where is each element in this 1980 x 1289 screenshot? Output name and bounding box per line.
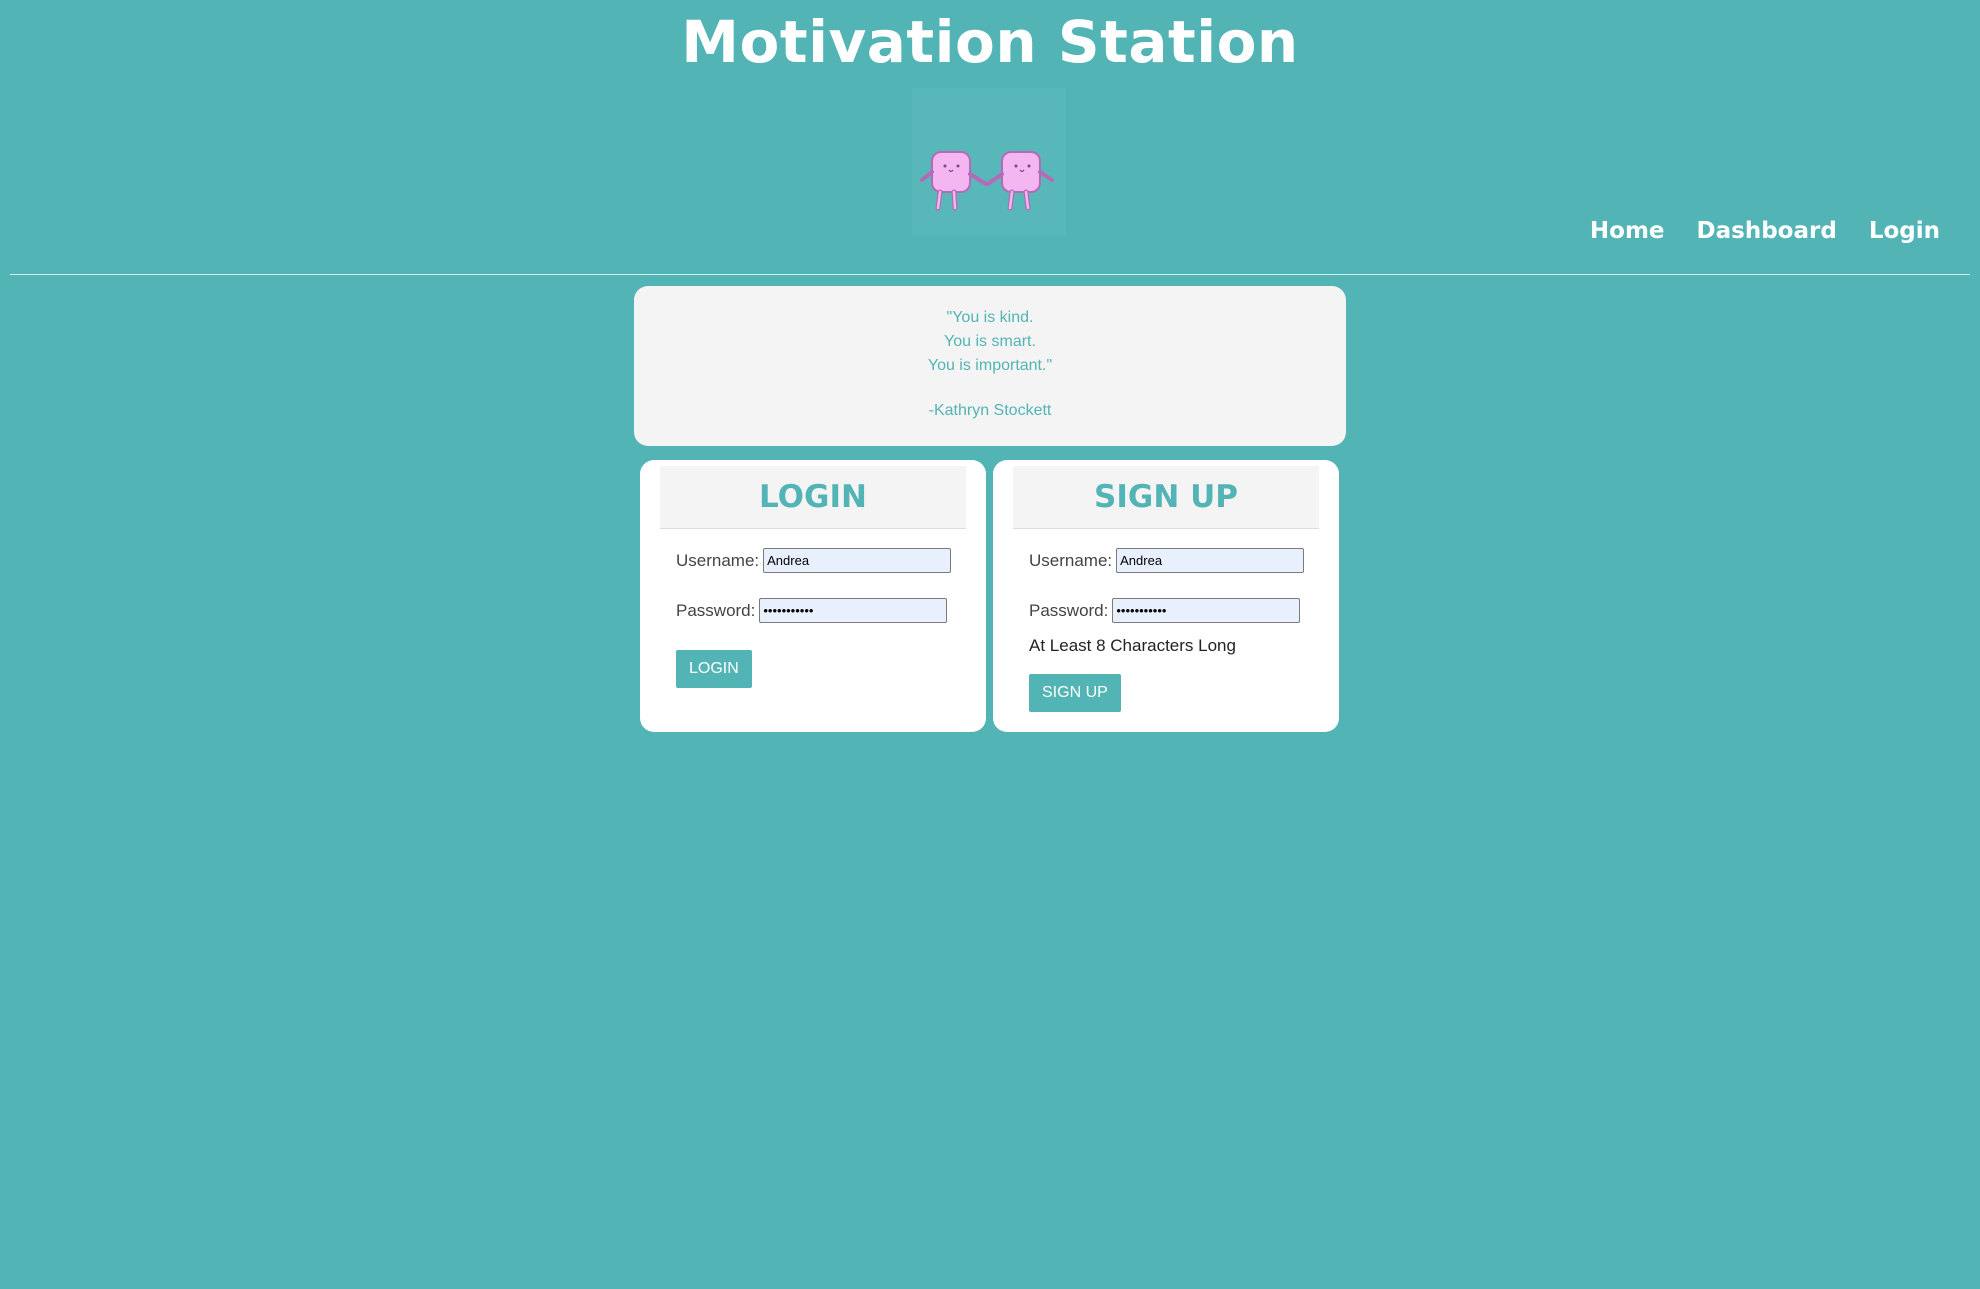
signup-username-row: Username: — [1029, 548, 1305, 573]
signup-password-label: Password: — [1029, 600, 1109, 620]
nav-login[interactable]: Login — [1869, 218, 1940, 244]
signup-username-label: Username: — [1029, 550, 1113, 570]
login-card-header: LOGIN — [660, 466, 966, 529]
main-nav: Home Dashboard Login — [1590, 218, 1940, 244]
login-heading: LOGIN — [759, 479, 867, 515]
login-username-row: Username: — [676, 548, 952, 573]
signup-heading: SIGN UP — [1094, 479, 1238, 515]
site-title: Motivation Station — [681, 8, 1299, 76]
nav-dashboard[interactable]: Dashboard — [1697, 218, 1837, 244]
login-username-label: Username: — [676, 550, 760, 570]
login-password-label: Password: — [676, 600, 756, 620]
login-password-input[interactable] — [759, 598, 948, 623]
mascot-illustration — [912, 88, 1066, 236]
signup-card-header: SIGN UP — [1013, 466, 1319, 529]
login-password-row: Password: — [676, 598, 948, 623]
signup-button[interactable]: SIGN UP — [1029, 674, 1121, 712]
signup-username-input[interactable] — [1116, 548, 1305, 573]
login-card: LOGIN Username: Password: LOGIN — [640, 460, 986, 732]
login-button[interactable]: LOGIN — [676, 650, 752, 688]
quote-box: "You is kind. You is smart. You is impor… — [634, 286, 1346, 446]
quote-text: "You is kind. You is smart. You is impor… — [634, 306, 1346, 378]
header-divider — [10, 274, 1970, 275]
quote-line: You is smart. — [944, 333, 1036, 350]
password-requirement-hint: At Least 8 Characters Long — [1029, 636, 1236, 655]
mascot-left — [920, 151, 988, 211]
signup-card: SIGN UP Username: Password: At Least 8 C… — [993, 460, 1339, 732]
signup-password-input[interactable] — [1112, 598, 1301, 623]
nav-home[interactable]: Home — [1590, 218, 1665, 244]
login-username-input[interactable] — [763, 548, 952, 573]
signup-password-row: Password: — [1029, 598, 1301, 623]
quote-line: You is important." — [927, 357, 1053, 374]
quote-author: -Kathryn Stockett — [928, 402, 1052, 419]
mascot-right — [986, 151, 1054, 211]
quote-line: "You is kind. — [946, 309, 1034, 326]
